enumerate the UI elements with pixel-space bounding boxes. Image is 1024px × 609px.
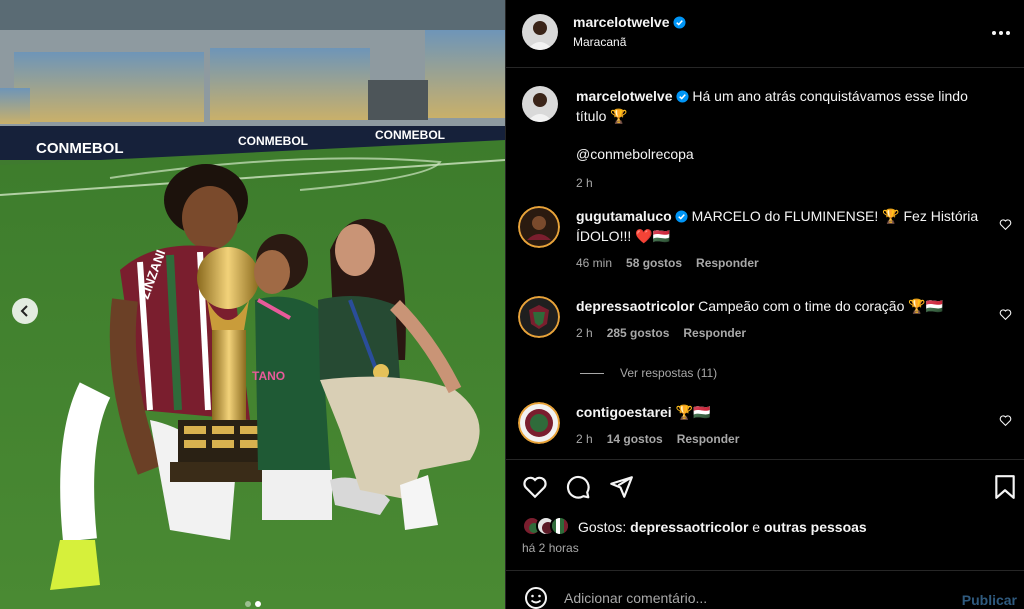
caption-time[interactable]: 2 h (576, 176, 593, 190)
view-replies-button[interactable]: Ver respostas (11) (580, 366, 717, 380)
like-icon[interactable] (522, 474, 548, 500)
carousel-dot-active (254, 601, 261, 607)
comment-text: MARCELO do FLUMINENSE! 🏆 Fez História (691, 208, 979, 224)
author-username-row[interactable]: marcelotwelve (573, 14, 686, 30)
comment-likes[interactable]: 285 gostos (607, 326, 670, 340)
likes-others[interactable]: outras pessoas (764, 519, 867, 535)
banner-text: CONMEBOL (36, 140, 124, 157)
post-photo[interactable]: CONMEBOL CONMEBOL CONMEBOL ZINZANI TANO (0, 0, 505, 609)
author-username[interactable]: marcelotwelve (573, 14, 670, 30)
more-options-icon[interactable] (990, 22, 1012, 44)
jersey-text-child: TANO (252, 369, 285, 383)
post-sidebar: marcelotwelve Maracanã marcelotwelve Há … (505, 0, 1024, 609)
comment-item: gugutamaluco MARCELO do FLUMINENSE! 🏆 Fe… (518, 206, 1018, 270)
comment-username[interactable]: contigoestarei (576, 404, 672, 420)
carousel-prev-button[interactable] (12, 298, 38, 324)
add-comment-input[interactable] (564, 583, 944, 609)
likes-prefix: Gostos: (578, 519, 627, 535)
liker-avatars (522, 516, 572, 538)
comment-like-icon[interactable] (999, 414, 1012, 427)
add-comment-bar: Publicar (506, 570, 1024, 609)
comment-text-line2: ÍDOLO!!! ❤️🇭🇺 (576, 228, 670, 244)
post-caption: marcelotwelve Há um ano atrás conquistáv… (518, 86, 1018, 190)
post-timestamp[interactable]: há 2 horas (522, 541, 579, 555)
caption-text: Há um ano atrás conquistávamos esse lind… (692, 88, 968, 104)
comment-time[interactable]: 2 h (576, 326, 593, 340)
verified-badge-icon (672, 16, 686, 29)
comment-username[interactable]: depressaotricolor (576, 298, 694, 314)
comment-likes[interactable]: 58 gostos (626, 256, 682, 270)
divider (580, 372, 604, 374)
comment-like-icon[interactable] (999, 218, 1012, 231)
comment-reply-button[interactable]: Responder (677, 432, 740, 446)
comment-text: 🏆🇭🇺 (675, 404, 711, 420)
caption-avatar[interactable] (522, 86, 558, 122)
view-replies-label[interactable]: Ver respostas (11) (620, 366, 717, 380)
carousel-indicator (0, 601, 505, 607)
comment-time[interactable]: 2 h (576, 432, 593, 446)
comment-avatar[interactable] (518, 206, 560, 248)
likes-user[interactable]: depressaotricolor (630, 519, 748, 535)
likes-joiner: e (752, 519, 761, 535)
post-location[interactable]: Maracanã (573, 35, 626, 49)
banner-text: CONMEBOL (375, 128, 445, 142)
publish-button[interactable]: Publicar (962, 592, 1017, 608)
comment-reply-button[interactable]: Responder (683, 326, 746, 340)
caption-text-line2: título 🏆 (576, 108, 628, 124)
comment-like-icon[interactable] (999, 308, 1012, 321)
liker-avatar (550, 516, 570, 536)
verified-badge-icon (675, 210, 688, 223)
comment-reply-button[interactable]: Responder (696, 256, 759, 270)
photo-illustration: CONMEBOL CONMEBOL CONMEBOL ZINZANI TANO (0, 0, 505, 609)
emoji-icon[interactable] (524, 586, 548, 609)
caption-username[interactable]: marcelotwelve (576, 88, 673, 104)
comment-username[interactable]: gugutamaluco (576, 208, 672, 224)
comment-icon[interactable] (565, 474, 591, 500)
comment-avatar[interactable] (518, 296, 560, 338)
comment-item: contigoestarei 🏆🇭🇺 2 h 14 gostos Respond… (518, 402, 1018, 446)
banner-text: CONMEBOL (238, 134, 308, 148)
share-icon[interactable] (608, 474, 634, 500)
author-avatar[interactable] (522, 14, 558, 50)
likes-summary[interactable]: Gostos: depressaotricolor e outras pesso… (522, 516, 867, 538)
verified-badge-icon (675, 90, 689, 103)
chevron-left-icon (20, 305, 28, 317)
action-bar (506, 459, 1024, 513)
save-bookmark-icon[interactable] (993, 474, 1017, 500)
comment-text: Campeão com o time do coração 🏆🇭🇺 (698, 298, 944, 314)
comment-item: depressaotricolor Campeão com o time do … (518, 296, 1018, 340)
comment-avatar[interactable] (518, 402, 560, 444)
comment-time[interactable]: 46 min (576, 256, 612, 270)
post-header: marcelotwelve Maracanã (506, 0, 1024, 68)
carousel-dot (244, 601, 251, 607)
caption-mention[interactable]: @conmebolrecopa (576, 144, 1018, 164)
comment-likes[interactable]: 14 gostos (607, 432, 663, 446)
